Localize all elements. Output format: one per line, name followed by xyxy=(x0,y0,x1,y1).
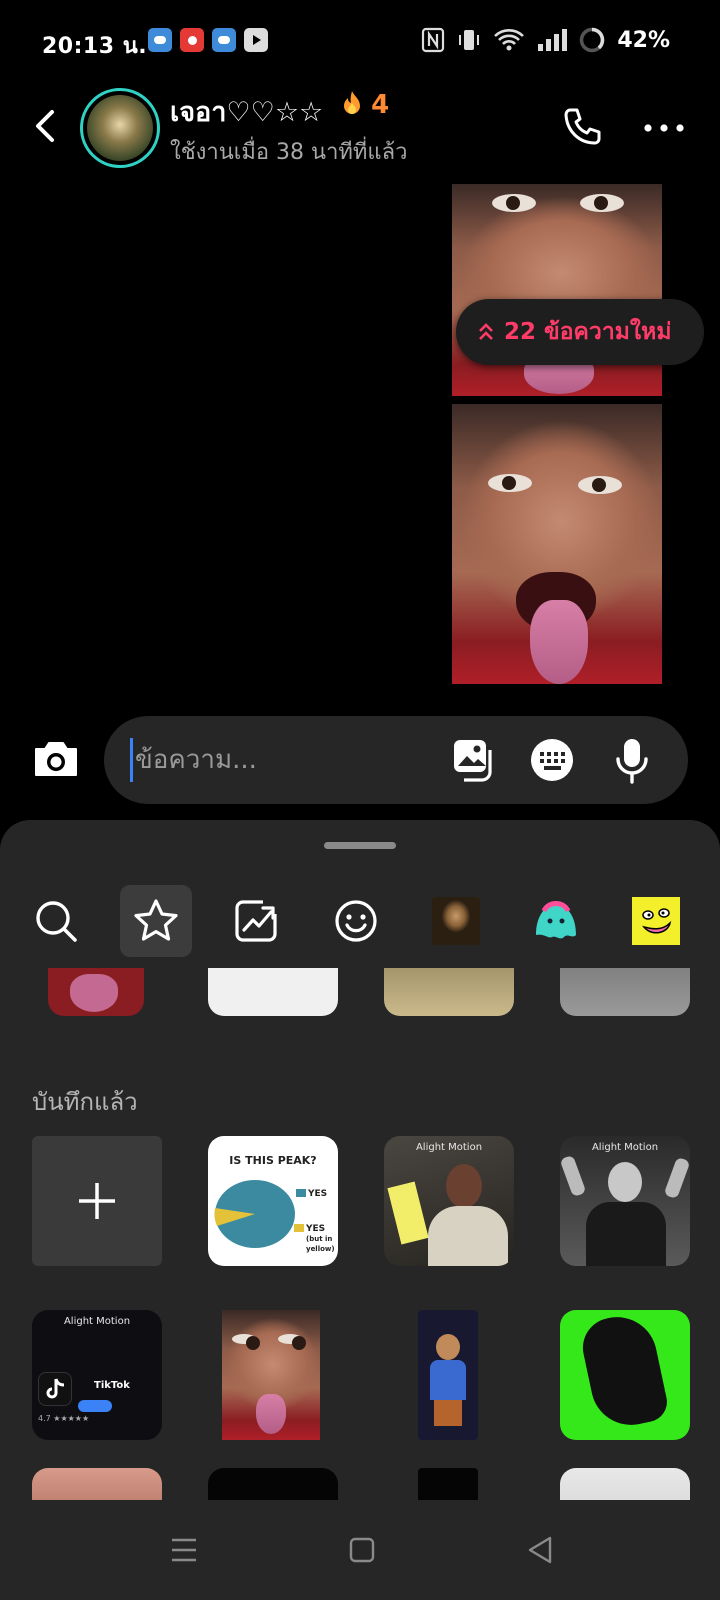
pie-legend-2: YES (but in yellow) xyxy=(306,1224,338,1254)
notification-icons xyxy=(148,28,268,52)
tab-pack-yellow-face[interactable] xyxy=(620,885,692,957)
ghost-pack-icon xyxy=(536,901,576,939)
sticker-row-partial-bottom xyxy=(0,1460,720,1502)
contact-name[interactable]: เจอา♡♡☆☆ xyxy=(170,90,323,133)
tiktok-logo-icon xyxy=(46,1378,65,1399)
sticker-row-partial xyxy=(0,968,720,1058)
screen-record-icon xyxy=(180,28,204,52)
tab-pack-ghost[interactable] xyxy=(520,885,592,957)
new-messages-label: 22 ข้อความใหม่ xyxy=(504,319,672,345)
status-bar: 20:13 น. 42% xyxy=(0,0,720,84)
flame-icon xyxy=(344,91,360,114)
signal-icon xyxy=(538,29,568,51)
sticker-sheet: บันทึกแล้ว IS THIS PEAK? YES YES (but in… xyxy=(0,820,720,1600)
alight-motion-label: Alight Motion xyxy=(415,1142,483,1153)
last-active-status: ใช้งานเมื่อ 38 นาทีที่แล้ว xyxy=(170,140,408,165)
sticker-tile-figure[interactable] xyxy=(418,1310,478,1440)
pie-sticker-title: IS THIS PEAK? xyxy=(229,1154,317,1167)
nfc-icon xyxy=(422,27,445,53)
wifi-icon xyxy=(494,29,525,51)
microphone-icon[interactable] xyxy=(608,736,656,784)
tab-search[interactable] xyxy=(20,885,92,957)
weather-icon xyxy=(212,28,236,52)
tiktok-rating: 4.7 ★★★★★ xyxy=(38,1414,90,1423)
new-messages-pill[interactable]: 22 ข้อความใหม่ xyxy=(456,299,704,365)
sticker-tile[interactable] xyxy=(560,968,690,1016)
message-composer xyxy=(104,716,688,804)
message-photo[interactable] xyxy=(452,404,662,684)
call-icon[interactable] xyxy=(560,104,608,152)
weather-icon xyxy=(148,28,172,52)
sticker-tile[interactable] xyxy=(208,1468,338,1502)
sticker-alight-motion-2[interactable]: Alight Motion xyxy=(560,1136,690,1266)
back-icon[interactable] xyxy=(26,102,66,150)
system-icons: 42% xyxy=(421,27,670,53)
back-nav-icon[interactable] xyxy=(518,1528,562,1572)
tab-emoji[interactable] xyxy=(320,885,392,957)
add-sticker-button[interactable] xyxy=(32,1136,162,1266)
tab-pack-mona-lisa[interactable] xyxy=(420,885,492,957)
recents-menu-icon[interactable] xyxy=(162,1528,206,1572)
chat-header: เจอา♡♡☆☆ 4 ใช้งานเมื่อ 38 นาทีที่แล้ว xyxy=(0,84,720,174)
alight-motion-label: Alight Motion xyxy=(63,1316,131,1327)
emoji-icon xyxy=(335,900,377,942)
streak-badge: 4 xyxy=(342,90,389,120)
sticker-pie-chart[interactable]: IS THIS PEAK? YES YES (but in yellow) xyxy=(208,1136,338,1266)
mona-lisa-pack-icon xyxy=(432,897,480,945)
battery-percent: 42% xyxy=(617,27,670,53)
sticker-tile-face[interactable] xyxy=(222,1310,320,1440)
sticker-tile[interactable] xyxy=(32,1468,162,1502)
avatar[interactable] xyxy=(80,88,160,168)
alight-motion-label: Alight Motion xyxy=(591,1142,659,1153)
vibrate-icon xyxy=(459,30,480,50)
plus-icon xyxy=(79,1183,115,1219)
more-options-icon[interactable] xyxy=(642,118,686,138)
status-time: 20:13 น. xyxy=(42,34,148,59)
sticker-tile[interactable] xyxy=(560,1468,690,1502)
camera-icon[interactable] xyxy=(30,733,82,785)
search-icon xyxy=(36,901,77,942)
tab-trending[interactable] xyxy=(220,885,292,957)
sticker-tile[interactable] xyxy=(48,968,144,1016)
sticker-alight-motion-1[interactable]: Alight Motion xyxy=(384,1136,514,1266)
sticker-tiktok-screenshot[interactable]: Alight Motion TikTok 4.7 ★★★★★ xyxy=(32,1310,162,1440)
message-input[interactable] xyxy=(130,738,430,782)
pie-legend-1: YES xyxy=(308,1189,328,1199)
battery-icon xyxy=(580,27,605,53)
sticker-keyboard-icon[interactable] xyxy=(528,736,576,784)
pie-legend-2-note: (but in yellow) xyxy=(306,1235,335,1253)
trending-icon xyxy=(235,900,277,942)
sheet-grabber[interactable] xyxy=(324,842,396,849)
system-nav-bar xyxy=(0,1500,720,1600)
double-chevron-up-icon xyxy=(479,323,493,340)
tab-favorites[interactable] xyxy=(120,885,192,957)
youtube-icon xyxy=(244,28,268,52)
saved-section-label: บันทึกแล้ว xyxy=(32,1088,138,1116)
sticker-tile-greenscreen[interactable] xyxy=(560,1310,690,1440)
sticker-tile[interactable] xyxy=(208,968,338,1016)
gallery-icon[interactable] xyxy=(450,736,498,784)
sticker-tile[interactable] xyxy=(418,1468,478,1502)
favorites-star-icon xyxy=(134,899,178,941)
home-icon[interactable] xyxy=(340,1528,384,1572)
yellow-face-pack-icon xyxy=(632,897,680,945)
sticker-tile[interactable] xyxy=(384,968,514,1016)
pie-graphic xyxy=(214,1180,295,1248)
sticker-tabs xyxy=(0,885,720,957)
pie-legend-2-label: YES xyxy=(306,1224,326,1234)
tiktok-label: TikTok xyxy=(94,1380,130,1391)
streak-count: 4 xyxy=(371,90,390,120)
